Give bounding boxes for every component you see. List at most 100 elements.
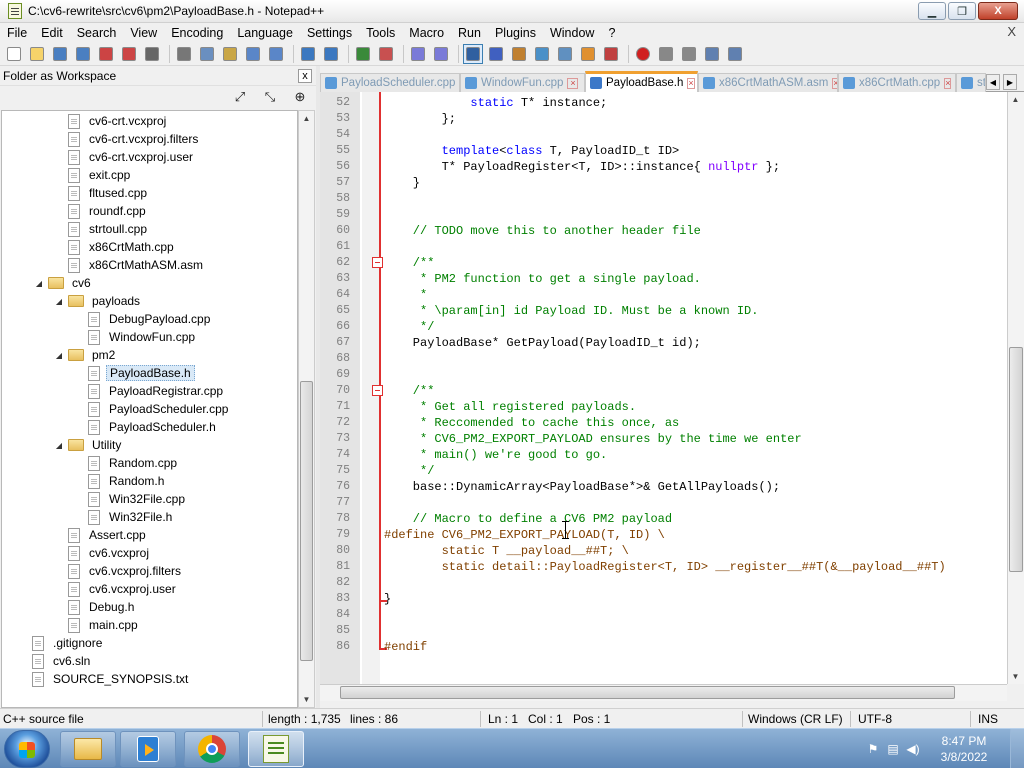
tree-file[interactable]: cv6.sln	[32, 652, 93, 670]
stop-record-icon[interactable]	[656, 44, 676, 64]
menu-view[interactable]: View	[123, 26, 164, 40]
document-map-icon[interactable]	[532, 44, 552, 64]
tree-file[interactable]: Debug.h	[68, 598, 137, 616]
editor-vertical-scrollbar[interactable]: ▲ ▼	[1007, 92, 1024, 684]
menu-search[interactable]: Search	[70, 26, 124, 40]
menu-tools[interactable]: Tools	[359, 26, 402, 40]
monitoring-icon[interactable]	[601, 44, 621, 64]
word-wrap-icon[interactable]	[463, 43, 483, 64]
scroll-down-arrow-icon[interactable]: ▼	[1008, 669, 1023, 684]
run-macro-multiple-icon[interactable]	[702, 44, 722, 64]
tree-file[interactable]: Assert.cpp	[68, 526, 149, 544]
taskbar-explorer[interactable]	[60, 731, 116, 767]
replace-icon[interactable]	[321, 44, 341, 64]
sync-vertical-icon[interactable]	[408, 44, 428, 64]
find-icon[interactable]	[298, 44, 318, 64]
tree-file[interactable]: PayloadBase.h	[88, 364, 195, 382]
tree-file[interactable]: DebugPayload.cpp	[88, 310, 213, 328]
close-tab-icon[interactable]: ×	[687, 77, 695, 89]
restore-button[interactable]: ❐	[948, 2, 976, 20]
new-file-icon[interactable]	[4, 44, 24, 64]
menu-edit[interactable]: Edit	[34, 26, 70, 40]
tree-file[interactable]: .gitignore	[32, 634, 105, 652]
sync-horizontal-icon[interactable]	[431, 44, 451, 64]
tree-file[interactable]: SOURCE_SYNOPSIS.txt	[32, 670, 191, 688]
status-encoding[interactable]: UTF-8	[858, 712, 892, 726]
volume-icon[interactable]: ◀)	[906, 742, 920, 756]
menu-help[interactable]: ?	[601, 26, 622, 40]
copy-icon[interactable]	[197, 44, 217, 64]
menu-settings[interactable]: Settings	[300, 26, 359, 40]
document-tab[interactable]: x86CrtMath.cpp ×	[838, 73, 956, 92]
expand-all-icon[interactable]: ⤢	[232, 89, 248, 105]
menu-encoding[interactable]: Encoding	[164, 26, 230, 40]
cut-icon[interactable]	[174, 44, 194, 64]
show-all-chars-icon[interactable]	[486, 44, 506, 64]
tree-file[interactable]: cv6.vcxproj.filters	[68, 562, 184, 580]
clock[interactable]: 8:47 PM 3/8/2022	[924, 733, 1004, 765]
document-tab[interactable]: WindowFun.cpp ×	[460, 73, 585, 92]
tab-scroll-right-icon[interactable]: ▶	[1003, 74, 1017, 90]
scroll-down-arrow-icon[interactable]: ▼	[299, 692, 314, 707]
tree-folder[interactable]: ◢ Utility	[54, 436, 124, 454]
zoom-in-icon[interactable]	[353, 44, 373, 64]
tree-file[interactable]: WindowFun.cpp	[88, 328, 198, 346]
status-insert-mode[interactable]: INS	[978, 712, 998, 726]
tree-file[interactable]: x86CrtMathASM.asm	[68, 256, 206, 274]
tree-file[interactable]: fltused.cpp	[68, 184, 150, 202]
editor-horizontal-scrollbar[interactable]	[320, 684, 1007, 701]
menu-plugins[interactable]: Plugins	[488, 26, 543, 40]
expand-arrow-icon[interactable]: ◢	[54, 441, 64, 450]
folder-workspace-icon[interactable]	[578, 44, 598, 64]
start-button[interactable]	[4, 730, 50, 768]
tree-file[interactable]: cv6-crt.vcxproj.filters	[68, 130, 201, 148]
status-eol[interactable]: Windows (CR LF)	[748, 712, 843, 726]
taskbar-media-player[interactable]	[120, 731, 176, 767]
editor-hscroll-thumb[interactable]	[340, 686, 955, 699]
tree-file[interactable]: cv6.vcxproj.user	[68, 580, 179, 598]
taskbar-chrome[interactable]	[184, 731, 240, 767]
close-tab-icon[interactable]: ×	[944, 77, 952, 89]
print-icon[interactable]	[142, 44, 162, 64]
open-file-icon[interactable]	[27, 44, 47, 64]
tree-file[interactable]: PayloadScheduler.cpp	[88, 400, 231, 418]
tree-folder[interactable]: ◢ cv6	[34, 274, 94, 292]
tree-file[interactable]: Win32File.cpp	[88, 490, 188, 508]
save-icon[interactable]	[50, 44, 70, 64]
menu-file[interactable]: File	[0, 26, 34, 40]
close-tab-icon[interactable]: ×	[832, 77, 837, 89]
expand-arrow-icon[interactable]: ◢	[54, 297, 64, 306]
menu-run[interactable]: Run	[451, 26, 488, 40]
action-center-flag-icon[interactable]: ⚑	[866, 742, 880, 756]
tree-folder[interactable]: ◢ pm2	[54, 346, 118, 364]
tree-file[interactable]: cv6-crt.vcxproj.user	[68, 148, 196, 166]
tab-scroll-left-icon[interactable]: ◀	[986, 74, 1000, 90]
tree-folder[interactable]: ◢ payloads	[54, 292, 143, 310]
menu-window[interactable]: Window	[543, 26, 601, 40]
tree-file[interactable]: Random.cpp	[88, 454, 180, 472]
expand-arrow-icon[interactable]: ◢	[34, 279, 44, 288]
close-icon[interactable]	[96, 44, 116, 64]
document-tab[interactable]: strto	[956, 73, 986, 92]
tree-file[interactable]: x86CrtMath.cpp	[68, 238, 177, 256]
document-tab[interactable]: PayloadBase.h ×	[585, 71, 698, 92]
tree-file[interactable]: exit.cpp	[68, 166, 133, 184]
close-tab-icon[interactable]: ×	[459, 78, 460, 89]
tree-file[interactable]: strtoull.cpp	[68, 220, 150, 238]
expand-arrow-icon[interactable]: ◢	[54, 351, 64, 360]
panel-close-button[interactable]: x	[298, 69, 312, 83]
tree-file[interactable]: cv6.vcxproj	[68, 544, 152, 562]
close-document-button[interactable]: X	[1007, 24, 1016, 39]
tree-scrollbar[interactable]: ▲ ▼	[298, 110, 315, 708]
minimize-button[interactable]: ▁	[918, 2, 946, 20]
redo-icon[interactable]	[266, 44, 286, 64]
tree-file[interactable]: cv6-crt.vcxproj	[68, 112, 169, 130]
undo-icon[interactable]	[243, 44, 263, 64]
editor-scroll-thumb[interactable]	[1009, 347, 1023, 572]
tree-scroll-thumb[interactable]	[300, 381, 313, 661]
zoom-out-icon[interactable]	[376, 44, 396, 64]
close-all-icon[interactable]	[119, 44, 139, 64]
document-tab[interactable]: x86CrtMathASM.asm×	[698, 73, 838, 92]
paste-icon[interactable]	[220, 44, 240, 64]
show-desktop-button[interactable]	[1010, 729, 1024, 768]
